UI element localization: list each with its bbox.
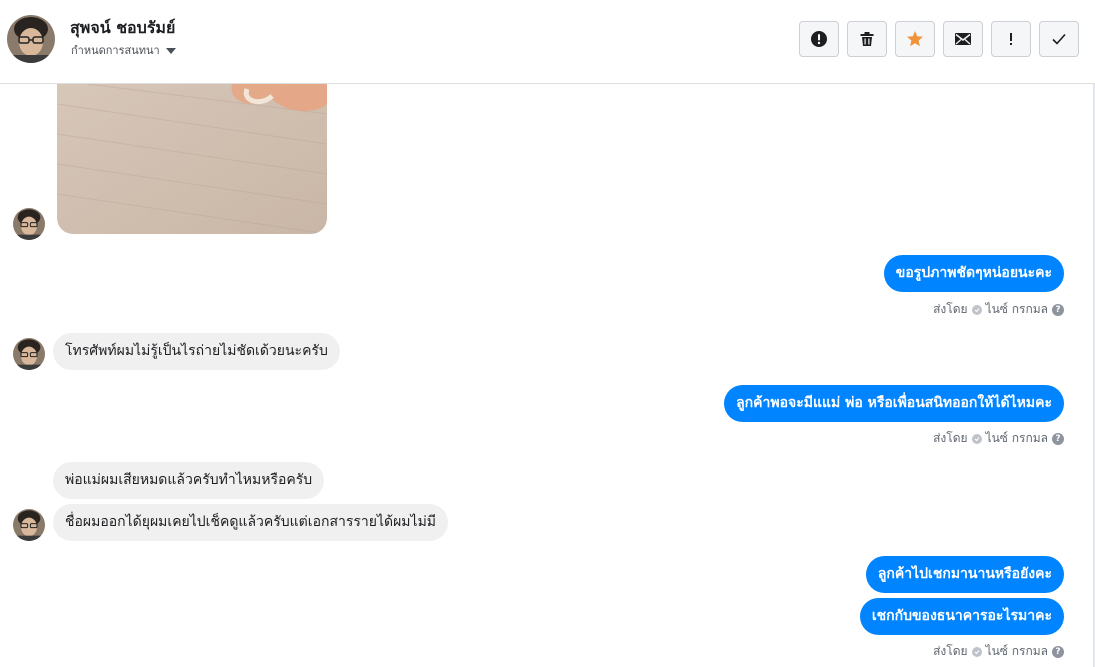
message-meta: ส่งโดย ไนซ์ กรกมล ? bbox=[933, 300, 1064, 319]
sender-name: ไนซ์ กรกมล bbox=[985, 644, 1048, 658]
incoming-message[interactable]: ชื่อผมออกได้ยุผมเคยไปเช็คดูแล้วครับแต่เอ… bbox=[53, 504, 449, 541]
check-icon bbox=[971, 646, 982, 657]
attached-photo[interactable] bbox=[57, 84, 327, 234]
checkmark-icon bbox=[1052, 33, 1066, 45]
conversation-header: สุพจน์ ชอบรัมย์ กำหนดการสนทนา bbox=[0, 0, 1095, 84]
contact-avatar-small bbox=[13, 509, 45, 541]
incoming-message[interactable]: โทรศัพท์ผมไม่รู้เป็นไรถ่ายไม่ชัดเด้วยนะค… bbox=[53, 333, 340, 370]
follow-up-button[interactable] bbox=[991, 21, 1031, 57]
help-icon[interactable]: ? bbox=[1052, 645, 1064, 658]
check-icon bbox=[971, 433, 982, 444]
sent-by-label: ส่งโดย bbox=[933, 431, 968, 445]
done-button[interactable] bbox=[1039, 21, 1079, 57]
star-button[interactable] bbox=[895, 21, 935, 57]
sender-name: ไนซ์ กรกมล bbox=[985, 431, 1048, 445]
contact-avatar-small bbox=[13, 338, 45, 370]
conversation-toolbar bbox=[799, 21, 1079, 57]
caret-down-icon bbox=[165, 47, 176, 54]
contact-avatar-small bbox=[13, 208, 45, 240]
incoming-message[interactable]: พ่อแม่ผมเสียหมดแล้วครับทำไหมหรือครับ bbox=[53, 462, 325, 499]
contact-avatar[interactable] bbox=[7, 15, 55, 63]
mark-unread-button[interactable] bbox=[943, 21, 983, 57]
outgoing-message[interactable]: ลูกค้าไปเชกมานานหรือยังคะ bbox=[865, 556, 1064, 593]
message-meta: ส่งโดย ไนซ์ กรกมล ? bbox=[933, 429, 1064, 448]
star-icon bbox=[907, 31, 923, 47]
mark-spam-button[interactable] bbox=[799, 21, 839, 57]
envelope-icon bbox=[955, 33, 971, 45]
contact-name[interactable]: สุพจน์ ชอบรัมย์ bbox=[70, 16, 175, 41]
sent-by-label: ส่งโดย bbox=[933, 644, 968, 658]
sent-by-label: ส่งโดย bbox=[933, 302, 968, 316]
message-meta: ส่งโดย ไนซ์ กรกมล ? bbox=[933, 642, 1064, 661]
conversation-schedule-dropdown[interactable]: กำหนดการสนทนา bbox=[71, 41, 176, 59]
trash-icon bbox=[860, 32, 874, 46]
outgoing-message[interactable]: ขอรูปภาพชัดๆหน่อยนะคะ bbox=[883, 255, 1064, 292]
conversation-schedule-label: กำหนดการสนทนา bbox=[71, 44, 160, 57]
sender-name: ไนซ์ กรกมล bbox=[985, 302, 1048, 316]
help-icon[interactable]: ? bbox=[1052, 303, 1064, 316]
delete-button[interactable] bbox=[847, 21, 887, 57]
check-icon bbox=[971, 304, 982, 315]
outgoing-message[interactable]: เชกกับของธนาคารอะไรมาคะ bbox=[859, 598, 1064, 635]
help-icon[interactable]: ? bbox=[1052, 432, 1064, 445]
exclamation-icon bbox=[1010, 33, 1012, 45]
message-thread: ขอรูปภาพชัดๆหน่อยนะคะ ส่งโดย ไนซ์ กรกมล … bbox=[0, 84, 1095, 667]
outgoing-message[interactable]: ลูกค้าพอจะมีแแม่ พ่อ หรือเพื่อนสนิทออกให… bbox=[724, 385, 1064, 422]
alert-circle-icon bbox=[811, 31, 827, 47]
